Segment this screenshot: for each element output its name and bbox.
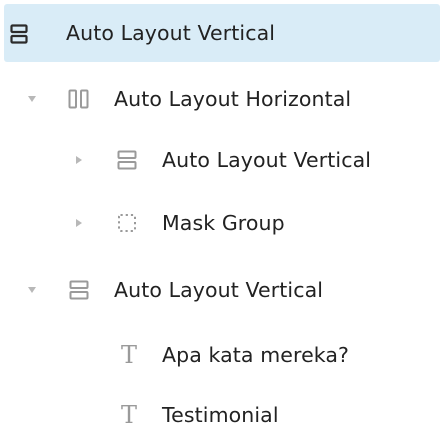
auto-layout-vertical-icon [8, 23, 30, 45]
layer-row-mask-group[interactable]: Mask Group [0, 194, 440, 252]
layer-label: Auto Layout Horizontal [114, 87, 352, 111]
layer-row-auto-layout-horizontal[interactable]: Auto Layout Horizontal [0, 70, 440, 128]
layer-row-auto-layout-vertical[interactable]: Auto Layout Vertical [0, 131, 440, 189]
layer-row-auto-layout-vertical[interactable]: Auto Layout Vertical [0, 261, 440, 319]
text-layer-icon: T [120, 401, 137, 429]
chevron-right-icon[interactable] [74, 218, 84, 228]
layer-row-text[interactable]: T Testimonial [0, 386, 440, 444]
layer-label: Auto Layout Vertical [66, 21, 276, 45]
layer-row-auto-layout-vertical[interactable]: Auto Layout Vertical [4, 4, 440, 62]
layer-row-text[interactable]: T Apa kata mereka? [0, 326, 440, 384]
chevron-down-icon[interactable] [27, 285, 37, 295]
layer-label: Apa kata mereka? [162, 343, 350, 367]
layer-label: Auto Layout Vertical [114, 278, 324, 302]
chevron-down-icon[interactable] [27, 94, 37, 104]
layer-label: Mask Group [162, 211, 285, 235]
layers-panel: Auto Layout Vertical Auto Layout Horizon… [0, 0, 440, 445]
auto-layout-vertical-icon [116, 149, 138, 171]
auto-layout-vertical-icon [68, 279, 90, 301]
layer-label: Testimonial [162, 403, 279, 427]
layer-label: Auto Layout Vertical [162, 148, 372, 172]
text-layer-icon: T [120, 341, 137, 369]
mask-group-icon [116, 212, 138, 234]
chevron-right-icon[interactable] [74, 155, 84, 165]
auto-layout-horizontal-icon [68, 88, 90, 110]
